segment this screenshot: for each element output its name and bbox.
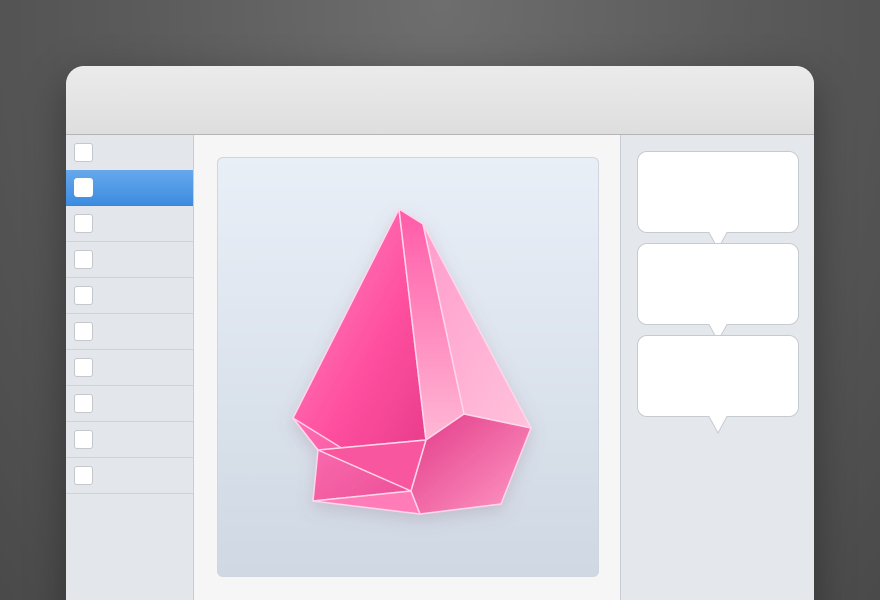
list-item-checkbox[interactable] <box>74 358 93 377</box>
list-item-selected[interactable] <box>66 170 193 206</box>
list-item[interactable] <box>66 135 193 170</box>
list-item-checkbox[interactable] <box>74 466 93 485</box>
list-item-checkbox[interactable] <box>74 286 93 305</box>
pink-crystal-gem-icon <box>292 208 532 515</box>
list-item[interactable] <box>66 278 193 314</box>
list-item[interactable] <box>66 206 193 242</box>
list-item[interactable] <box>66 386 193 422</box>
speech-bubble[interactable] <box>637 335 799 435</box>
list-item[interactable] <box>66 242 193 278</box>
list-item-checkbox[interactable] <box>74 250 93 269</box>
inspector-panel <box>621 135 814 600</box>
list-item-checkbox[interactable] <box>74 178 93 197</box>
list-item[interactable] <box>66 314 193 350</box>
speech-bubble[interactable] <box>637 243 799 343</box>
list-item-checkbox[interactable] <box>74 143 93 162</box>
list-item[interactable] <box>66 458 193 494</box>
main-content <box>194 135 621 600</box>
list-item-checkbox[interactable] <box>74 322 93 341</box>
list-item-checkbox[interactable] <box>74 394 93 413</box>
list-item-checkbox[interactable] <box>74 430 93 449</box>
sidebar-list <box>66 135 194 600</box>
list-item[interactable] <box>66 350 193 386</box>
title-bar[interactable] <box>66 66 814 135</box>
speech-bubble[interactable] <box>637 151 799 251</box>
list-item-checkbox[interactable] <box>74 214 93 233</box>
app-window <box>66 66 814 600</box>
list-item[interactable] <box>66 422 193 458</box>
image-preview[interactable] <box>217 157 599 577</box>
